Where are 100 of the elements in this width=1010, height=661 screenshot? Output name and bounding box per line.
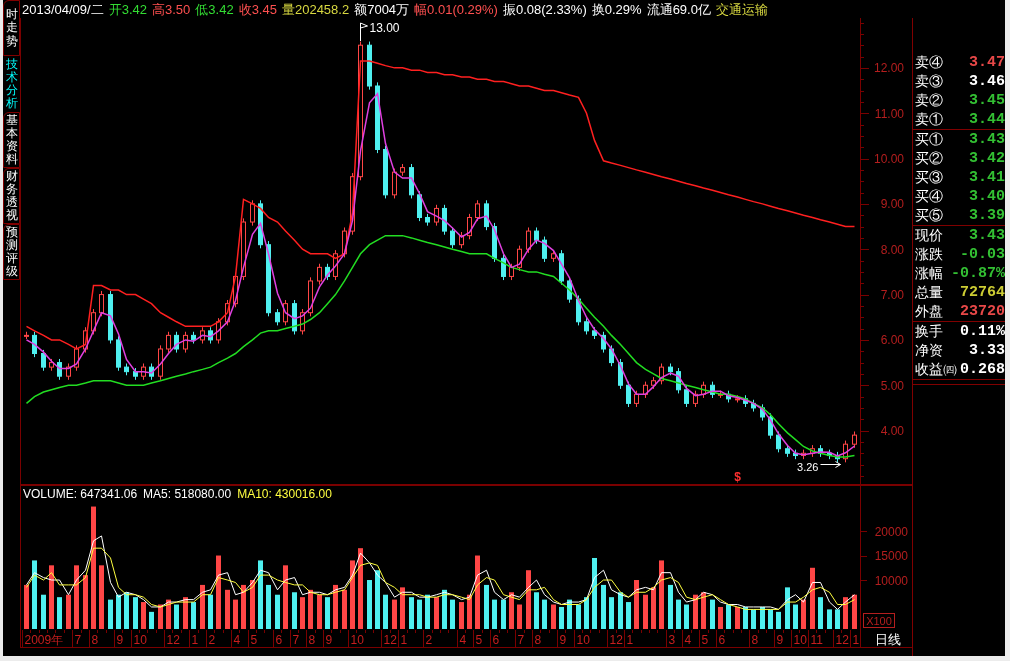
axis-label: 12 xyxy=(383,632,397,647)
quote-field: 高3.50 xyxy=(152,1,191,17)
row-value: 3.42 xyxy=(969,149,1005,168)
axis-label: 11.00 xyxy=(874,106,904,121)
quote-field: 流通69.0亿 xyxy=(646,1,711,17)
row-label: 买③ xyxy=(915,168,943,187)
axis-label: 8 xyxy=(308,632,316,647)
axis-label: 1 xyxy=(852,632,860,647)
multiplier-label: X100 xyxy=(863,613,895,628)
axis-label: 12 xyxy=(166,632,180,647)
sidebar-tab[interactable]: 预测评级 xyxy=(3,224,20,280)
quote-field: 幅0.01(0.29%) xyxy=(414,1,498,17)
sidebar-tab[interactable]: 基本资料 xyxy=(3,112,20,168)
axis-label: 4.00 xyxy=(880,424,904,439)
row-value: 3.46 xyxy=(969,72,1005,91)
row-value: 3.45 xyxy=(969,91,1005,110)
annotation-label: 3.26 xyxy=(797,460,819,473)
row-label: 买① xyxy=(915,130,943,149)
row-label: 净资 xyxy=(915,341,943,360)
axis-label: 5 xyxy=(701,632,709,647)
row-value: -0.03 xyxy=(960,245,1005,264)
row-value: 3.43 xyxy=(969,130,1005,149)
row-value: 3.39 xyxy=(969,206,1005,225)
period-label: 日线 xyxy=(875,632,901,647)
row-value: 72764 xyxy=(960,283,1005,302)
legend-label: VOLUME: 647341.06 xyxy=(23,487,138,501)
axis-label: 7 xyxy=(74,632,82,647)
axis-label: 2 xyxy=(425,632,433,647)
axis-label: 12.00 xyxy=(873,61,904,76)
axis-label: 1 xyxy=(626,632,634,647)
axis-label: 2009年 xyxy=(24,632,64,647)
axis-label: 8 xyxy=(534,632,542,647)
quote-field: 换0.29% xyxy=(591,1,642,17)
row-value: 3.43 xyxy=(969,226,1005,245)
row-value: 0.11% xyxy=(960,322,1005,341)
axis-label: 9 xyxy=(116,632,124,647)
row-value: -0.87% xyxy=(951,264,1005,283)
row-label: 收益㈣ xyxy=(915,360,957,379)
quote-field: 交通运输 xyxy=(715,1,768,17)
axis-label: 2 xyxy=(208,632,216,647)
axis-label: 10.00 xyxy=(873,152,904,167)
axis-label: 1 xyxy=(191,632,199,647)
axis-label: 10 xyxy=(793,632,807,647)
axis-label: 9.00 xyxy=(880,197,904,212)
legend-label: MA5: 518080.00 xyxy=(143,487,232,501)
axis-label: 6 xyxy=(718,632,726,647)
row-label: 买⑤ xyxy=(915,206,943,225)
row-label: 卖② xyxy=(915,91,943,110)
row-label: 卖③ xyxy=(915,72,943,91)
row-label: 涨幅 xyxy=(915,264,943,283)
quote-field: 开3.42 xyxy=(108,1,147,17)
row-value: 23720 xyxy=(960,302,1005,321)
row-value: 3.40 xyxy=(969,187,1005,206)
axis-label: 10 xyxy=(133,632,147,647)
axis-label: 12 xyxy=(609,632,623,647)
quote-field: 振0.08(2.33%) xyxy=(502,1,587,17)
row-label: 现价 xyxy=(915,226,943,245)
row-label: 外盘 xyxy=(915,302,943,321)
axis-label: 8 xyxy=(91,632,99,647)
quote-field: 收3.45 xyxy=(238,1,277,17)
arrow-icon xyxy=(820,461,841,468)
quote-field: 量202458.2 xyxy=(281,1,350,17)
quote-field: 低3.42 xyxy=(195,1,234,17)
quote-field: 2013/04/09/二 xyxy=(22,1,104,17)
axis-label: 5 xyxy=(475,632,483,647)
sidebar-tab[interactable]: 财务透视 xyxy=(3,168,20,224)
flag-icon xyxy=(360,22,368,42)
row-label: 卖④ xyxy=(915,53,943,72)
axis-label: 20000 xyxy=(874,524,908,539)
axis-label: 4 xyxy=(233,632,241,647)
axis-label: 10 xyxy=(576,632,590,647)
axis-label: 9 xyxy=(559,632,567,647)
annotation-label: 13.00 xyxy=(369,21,400,35)
row-value: 0.268 xyxy=(960,360,1005,379)
axis-label: 4 xyxy=(459,632,467,647)
axis-label: 7 xyxy=(517,632,525,647)
row-label: 买② xyxy=(915,149,943,168)
axis-label: 1 xyxy=(400,632,408,647)
axis-label: 6 xyxy=(492,632,500,647)
axis-label: 8.00 xyxy=(880,242,904,257)
row-value: 3.44 xyxy=(969,110,1005,129)
row-label: 涨跌 xyxy=(915,245,943,264)
axis-label: 11 xyxy=(810,632,823,647)
axis-label: 7 xyxy=(292,632,300,647)
sidebar-tab[interactable]: 时走势 xyxy=(3,0,20,56)
row-value: 3.47 xyxy=(969,53,1005,72)
row-label: 买④ xyxy=(915,187,943,206)
row-value: 3.41 xyxy=(969,168,1005,187)
row-label: 卖① xyxy=(915,110,943,129)
row-value: 3.33 xyxy=(969,341,1005,360)
quote-field: 额7004万 xyxy=(354,1,410,17)
sidebar-tab[interactable]: 技术分析 xyxy=(3,56,20,112)
axis-label: 10 xyxy=(350,632,364,647)
axis-label: 9 xyxy=(325,632,333,647)
axis-label: 12 xyxy=(835,632,849,647)
signal-marker: $ xyxy=(734,470,741,484)
axis-label: 6.00 xyxy=(880,333,904,348)
axis-label: 5.00 xyxy=(880,378,904,393)
axis-label: 15000 xyxy=(874,549,908,564)
axis-label: 3 xyxy=(668,632,676,647)
